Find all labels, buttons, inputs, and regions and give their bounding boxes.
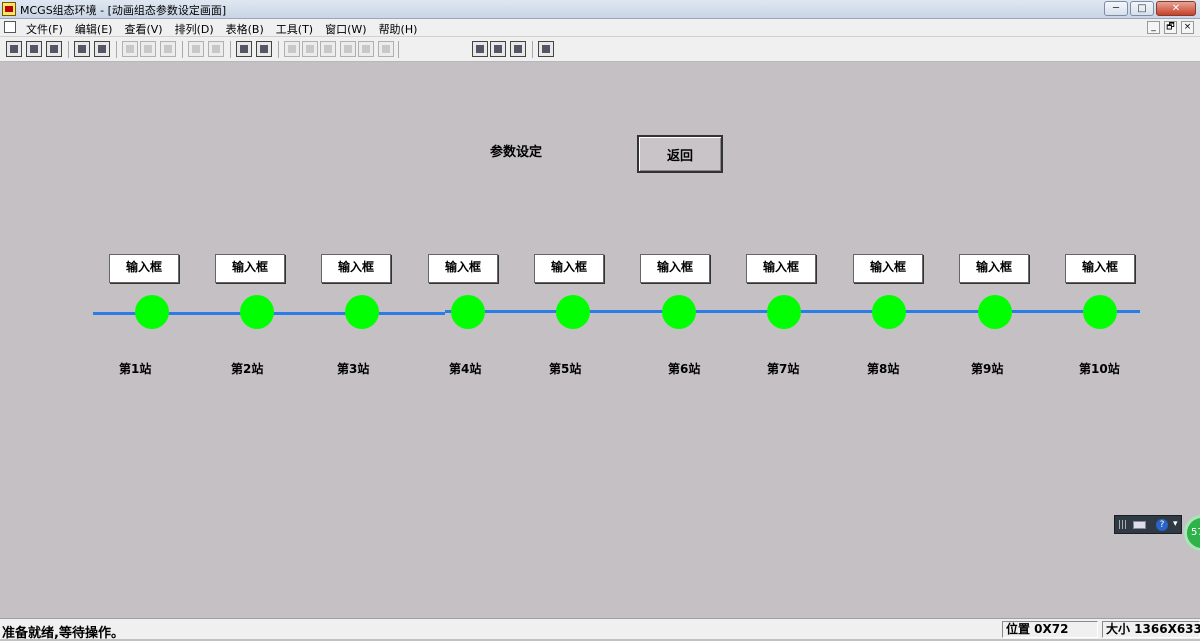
app-icon — [2, 2, 16, 16]
grip-icon[interactable] — [1119, 520, 1127, 529]
mdi-restore-button[interactable]: 🗗 — [1164, 21, 1177, 34]
station-indicator — [767, 295, 801, 329]
station-input-box[interactable]: 输入框 — [321, 254, 391, 283]
mdi-controls: _ 🗗 × — [1147, 21, 1194, 34]
font-icon[interactable] — [340, 41, 356, 57]
more-icon[interactable]: ▾ — [1173, 519, 1178, 529]
menu-item[interactable]: 编辑(E) — [75, 21, 113, 37]
station-input-box[interactable]: 输入框 — [428, 254, 498, 283]
station-label: 第6站 — [668, 362, 701, 376]
menu-bar: 文件(F) 编辑(E) 查看(V) 排列(D) 表格(B) 工具(T) 窗口(W) 帮助(H)… — [0, 19, 1200, 37]
title-bar: MCGS组态环境 - [动画组态参数设定画面] ─ □ ✕ — [0, 0, 1200, 19]
copy-icon[interactable] — [140, 41, 156, 57]
station-label: 第1站 — [119, 362, 152, 376]
station-label: 第3站 — [337, 362, 370, 376]
station-indicator — [451, 295, 485, 329]
back-button[interactable]: 返回 — [637, 135, 723, 173]
station-label: 第4站 — [449, 362, 482, 376]
window-controls: ─ □ ✕ — [1104, 1, 1196, 16]
floating-toolbar[interactable]: ? ▾ — [1114, 515, 1182, 534]
station-indicator — [978, 295, 1012, 329]
document-icon[interactable] — [4, 21, 16, 33]
minimize-button[interactable]: ─ — [1104, 1, 1128, 16]
maximize-button[interactable]: □ — [1130, 1, 1154, 16]
toolbar-separator — [230, 41, 231, 58]
design-canvas — [0, 62, 1200, 618]
redo-icon[interactable] — [208, 41, 224, 57]
station-indicator — [135, 295, 169, 329]
station-input-box[interactable]: 输入框 — [640, 254, 710, 283]
print-icon[interactable] — [74, 41, 90, 57]
station-input-box[interactable]: 输入框 — [853, 254, 923, 283]
text-icon[interactable] — [320, 41, 336, 57]
window-title: MCGS组态环境 - [动画组态参数设定画面] — [20, 4, 227, 17]
menu-item[interactable]: 表格(B) — [226, 21, 264, 37]
list-icon[interactable] — [378, 41, 394, 57]
toolbar-separator — [116, 41, 117, 58]
menu-item[interactable]: 工具(T) — [276, 21, 313, 37]
menu-item[interactable]: 帮助(H) — [379, 21, 418, 37]
undo-icon[interactable] — [188, 41, 204, 57]
menu-item[interactable]: 查看(V) — [124, 21, 162, 37]
station-indicator — [240, 295, 274, 329]
menu-item[interactable]: 文件(F) — [26, 21, 63, 37]
status-bar: 准备就绪,等待操作。 位置 0X72 大小 1366X633 — [0, 618, 1200, 641]
menu-item[interactable]: 排列(D) — [175, 21, 214, 37]
station-label: 第10站 — [1079, 362, 1120, 376]
align-icon[interactable] — [358, 41, 374, 57]
page-heading: 参数设定 — [490, 145, 543, 160]
station-indicator — [345, 295, 379, 329]
station-label: 第7站 — [767, 362, 800, 376]
menu-item[interactable]: 窗口(W) — [325, 21, 366, 37]
open-icon[interactable] — [26, 41, 42, 57]
station-indicator — [556, 295, 590, 329]
station-label: 第8站 — [867, 362, 900, 376]
format-brush-icon[interactable] — [284, 41, 300, 57]
station-indicator — [1083, 295, 1117, 329]
station-input-box[interactable]: 输入框 — [959, 254, 1029, 283]
position-readout: 位置 0X72 — [1002, 621, 1098, 638]
check-icon[interactable] — [490, 41, 506, 57]
cut-icon[interactable] — [122, 41, 138, 57]
import-icon[interactable] — [510, 41, 526, 57]
toolbar-separator — [68, 41, 69, 58]
status-message: 准备就绪,等待操作。 — [2, 626, 124, 641]
station-indicator — [872, 295, 906, 329]
station-label: 第9站 — [971, 362, 1004, 376]
station-input-box[interactable]: 输入框 — [746, 254, 816, 283]
context-help-icon[interactable] — [538, 41, 554, 57]
station-indicator — [662, 295, 696, 329]
tools-icon[interactable] — [236, 41, 252, 57]
size-readout: 大小 1366X633 — [1102, 621, 1200, 638]
toolbar-separator — [182, 41, 183, 58]
window-icon[interactable] — [256, 41, 272, 57]
save-icon[interactable] — [46, 41, 62, 57]
close-button[interactable]: ✕ — [1156, 1, 1196, 16]
mdi-close-button[interactable]: × — [1181, 21, 1194, 34]
keyboard-icon[interactable] — [1133, 521, 1146, 529]
station-input-box[interactable]: 输入框 — [1065, 254, 1135, 283]
toolbar — [0, 37, 1200, 62]
menu-items: 文件(F) 编辑(E) 查看(V) 排列(D) 表格(B) 工具(T) 窗口(W) 帮助(H) — [26, 21, 417, 37]
toolbar-separator — [532, 41, 533, 58]
edit-icon[interactable] — [302, 41, 318, 57]
station-input-box[interactable]: 输入框 — [534, 254, 604, 283]
station-label: 第5站 — [549, 362, 582, 376]
station-input-box[interactable]: 输入框 — [109, 254, 179, 283]
paste-icon[interactable] — [160, 41, 176, 57]
new-window-icon[interactable] — [6, 41, 22, 57]
station-input-box[interactable]: 输入框 — [215, 254, 285, 283]
properties-icon[interactable] — [472, 41, 488, 57]
help-icon[interactable]: ? — [1156, 519, 1168, 531]
station-label: 第2站 — [231, 362, 264, 376]
toolbar-separator — [278, 41, 279, 58]
toolbar-separator — [398, 41, 399, 58]
mdi-minimize-button[interactable]: _ — [1147, 21, 1160, 34]
print-preview-icon[interactable] — [94, 41, 110, 57]
